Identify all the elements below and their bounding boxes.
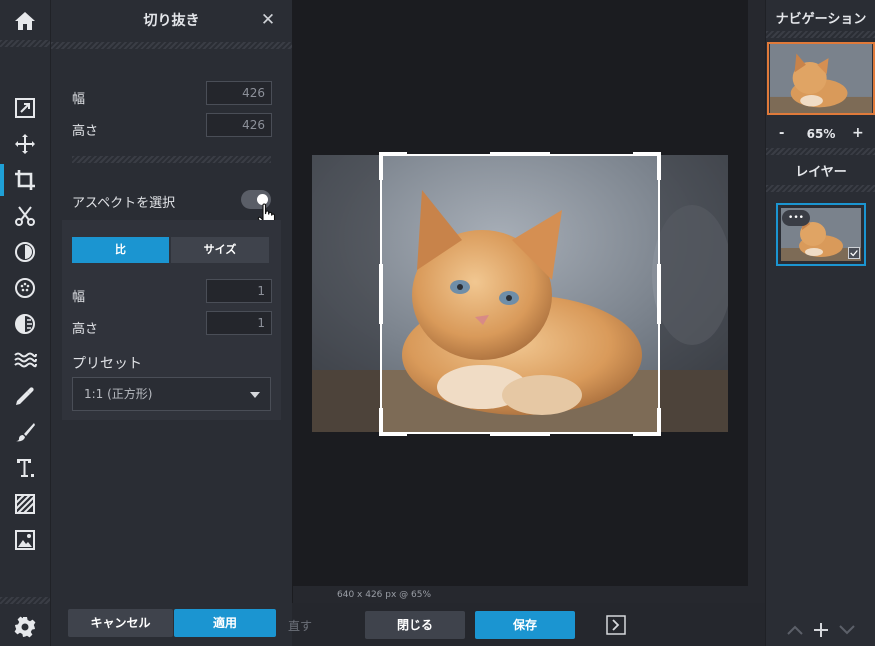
nav-divider: [766, 31, 875, 38]
save-button[interactable]: 保存: [475, 611, 575, 639]
cancel-button[interactable]: キャンセル: [68, 609, 173, 637]
layers-divider: [766, 185, 875, 192]
text-icon: [17, 459, 34, 477]
width-label: 幅: [72, 92, 86, 107]
ratio-height-label: 高さ: [72, 322, 99, 337]
settings-button[interactable]: [0, 609, 50, 645]
tool-filter[interactable]: [0, 270, 50, 306]
right-panel: ナビゲーション - 65% + レイヤー •••: [765, 0, 875, 646]
crop-handle-bottom[interactable]: [490, 432, 550, 436]
panel-divider-top: [51, 42, 292, 49]
crop-handle-right[interactable]: [657, 264, 661, 324]
crop-frame[interactable]: [380, 154, 660, 434]
toolbar-divider-bottom: [0, 597, 50, 604]
tool-pattern[interactable]: [0, 486, 50, 522]
bottom-bar: 直す 閉じる 保存: [288, 603, 765, 646]
photo-editor-app: 切り抜き ✕ 幅 426 高さ 426 アスペクトを選択 比 サイズ 幅 1 高…: [0, 0, 875, 646]
image-icon: [15, 530, 35, 550]
tool-cut[interactable]: [0, 198, 50, 234]
scissors-icon: [15, 206, 35, 226]
crop-handle-bl-v[interactable]: [379, 408, 383, 436]
height-label: 高さ: [72, 124, 99, 139]
close-panel-button[interactable]: ✕: [258, 10, 278, 30]
layer-item[interactable]: •••: [776, 203, 866, 266]
crop-handle-tl-v[interactable]: [379, 152, 383, 180]
panel-title: 切り抜き: [143, 13, 200, 29]
filter-icon: [15, 278, 35, 298]
toggle-panel-icon[interactable]: [606, 615, 626, 635]
brush-icon: [16, 423, 35, 442]
home-button[interactable]: [0, 3, 50, 39]
tool-vignette[interactable]: [0, 306, 50, 342]
check-icon: [850, 250, 858, 257]
height-input[interactable]: 426: [206, 113, 272, 137]
tool-adjust[interactable]: [0, 90, 50, 126]
exposure-icon: [15, 242, 35, 262]
tool-waves[interactable]: [0, 342, 50, 378]
add-layer-icon[interactable]: [812, 621, 830, 639]
adjust-icon: [15, 98, 35, 118]
layer-menu-button[interactable]: •••: [782, 210, 810, 226]
status-text: 640 x 426 px @ 65%: [337, 590, 432, 600]
preset-value: 1:1 (正方形): [84, 387, 153, 401]
canvas-area[interactable]: [293, 0, 748, 586]
chevron-down-icon[interactable]: [838, 623, 856, 637]
crop-handle-tl[interactable]: [379, 152, 407, 156]
zoom-divider: [766, 148, 875, 155]
chevron-down-icon: [250, 392, 260, 398]
crop-icon: [15, 170, 35, 190]
crop-handle-br-v[interactable]: [657, 408, 661, 436]
tab-size[interactable]: サイズ: [171, 237, 269, 263]
crop-panel: 切り抜き ✕ 幅 426 高さ 426 アスペクトを選択 比 サイズ 幅 1 高…: [51, 0, 292, 646]
layer-visibility-checkbox[interactable]: [848, 247, 860, 259]
tool-brush[interactable]: [0, 414, 50, 450]
vertical-scrollbar[interactable]: [748, 0, 765, 603]
redo-button[interactable]: 直す: [288, 617, 312, 634]
aspect-label: アスペクトを選択: [72, 196, 176, 211]
ratio-width-input[interactable]: 1: [206, 279, 272, 303]
ratio-height-input[interactable]: 1: [206, 311, 272, 335]
tool-bar: [0, 0, 51, 646]
tool-text[interactable]: [0, 450, 50, 486]
tab-ratio[interactable]: 比: [72, 237, 169, 263]
vignette-icon: [15, 314, 35, 334]
tool-exposure[interactable]: [0, 234, 50, 270]
crop-handle-top[interactable]: [490, 152, 550, 156]
chevron-up-icon[interactable]: [786, 623, 804, 637]
close-button[interactable]: 閉じる: [365, 611, 465, 639]
apply-button[interactable]: 適用: [174, 609, 276, 637]
pattern-icon: [15, 494, 35, 514]
waves-icon: [14, 352, 37, 368]
crop-handle-left[interactable]: [379, 264, 383, 324]
crop-dim-right: [660, 155, 728, 432]
navigation-thumbnail[interactable]: [767, 42, 875, 115]
gear-icon: [14, 616, 36, 638]
zoom-in-button[interactable]: +: [852, 125, 864, 141]
tool-image[interactable]: [0, 522, 50, 558]
tool-move[interactable]: [0, 126, 50, 162]
crop-dim-left: [312, 155, 380, 432]
home-icon: [15, 12, 35, 30]
tool-crop[interactable]: [0, 162, 50, 198]
crop-handle-tr-v[interactable]: [657, 152, 661, 180]
preset-select[interactable]: 1:1 (正方形): [72, 377, 271, 411]
ratio-width-label: 幅: [72, 290, 86, 305]
tool-dropper[interactable]: [0, 378, 50, 414]
navigation-title: ナビゲーション: [775, 12, 867, 27]
layers-title: レイヤー: [795, 165, 847, 180]
dropper-icon: [16, 387, 34, 405]
preset-label: プリセット: [72, 356, 142, 372]
move-icon: [15, 134, 35, 154]
crop-handle-bl[interactable]: [379, 432, 407, 436]
width-input[interactable]: 426: [206, 81, 272, 105]
panel-divider-mid: [72, 156, 271, 163]
toolbar-divider: [0, 40, 50, 47]
